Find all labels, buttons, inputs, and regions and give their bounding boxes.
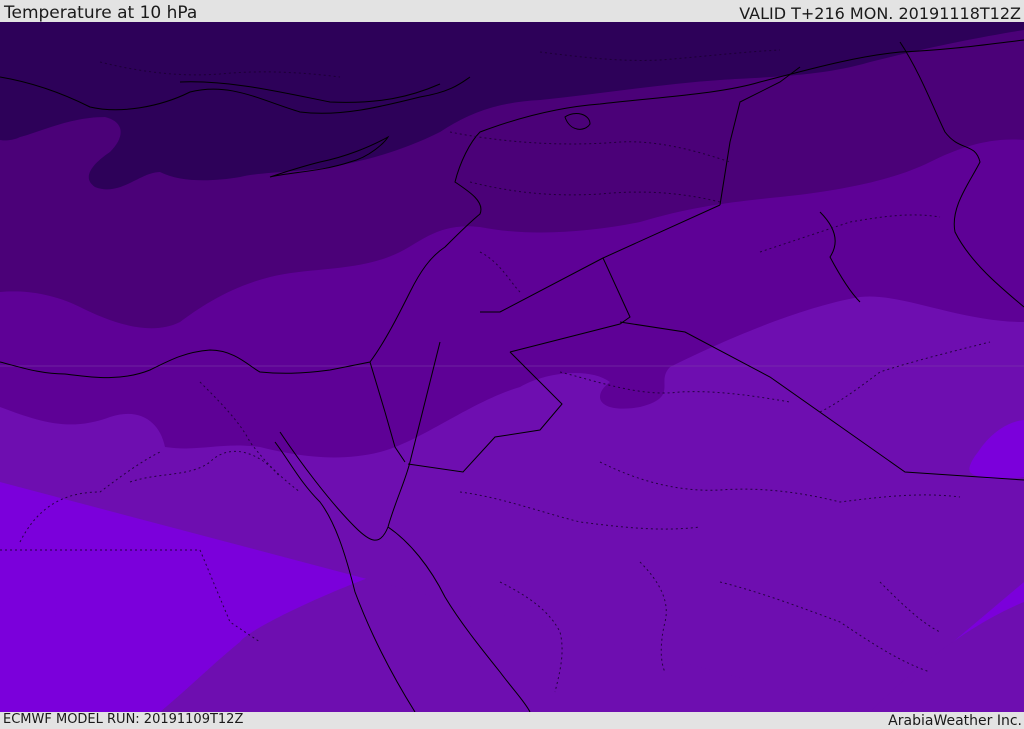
footer-bar: ECMWF MODEL RUN: 20191109T12Z ArabiaWeat… xyxy=(0,712,1024,729)
model-run-label: ECMWF MODEL RUN: 20191109T12Z xyxy=(3,712,244,727)
weather-map[interactable] xyxy=(0,22,1024,712)
temperature-map-svg xyxy=(0,22,1024,712)
header-bar: Temperature at 10 hPa VALID T+216 MON. 2… xyxy=(0,0,1024,23)
brand-label: ArabiaWeather Inc. xyxy=(888,713,1022,729)
valid-time: VALID T+216 MON. 20191118T12Z xyxy=(739,4,1021,23)
map-title: Temperature at 10 hPa xyxy=(4,3,198,23)
